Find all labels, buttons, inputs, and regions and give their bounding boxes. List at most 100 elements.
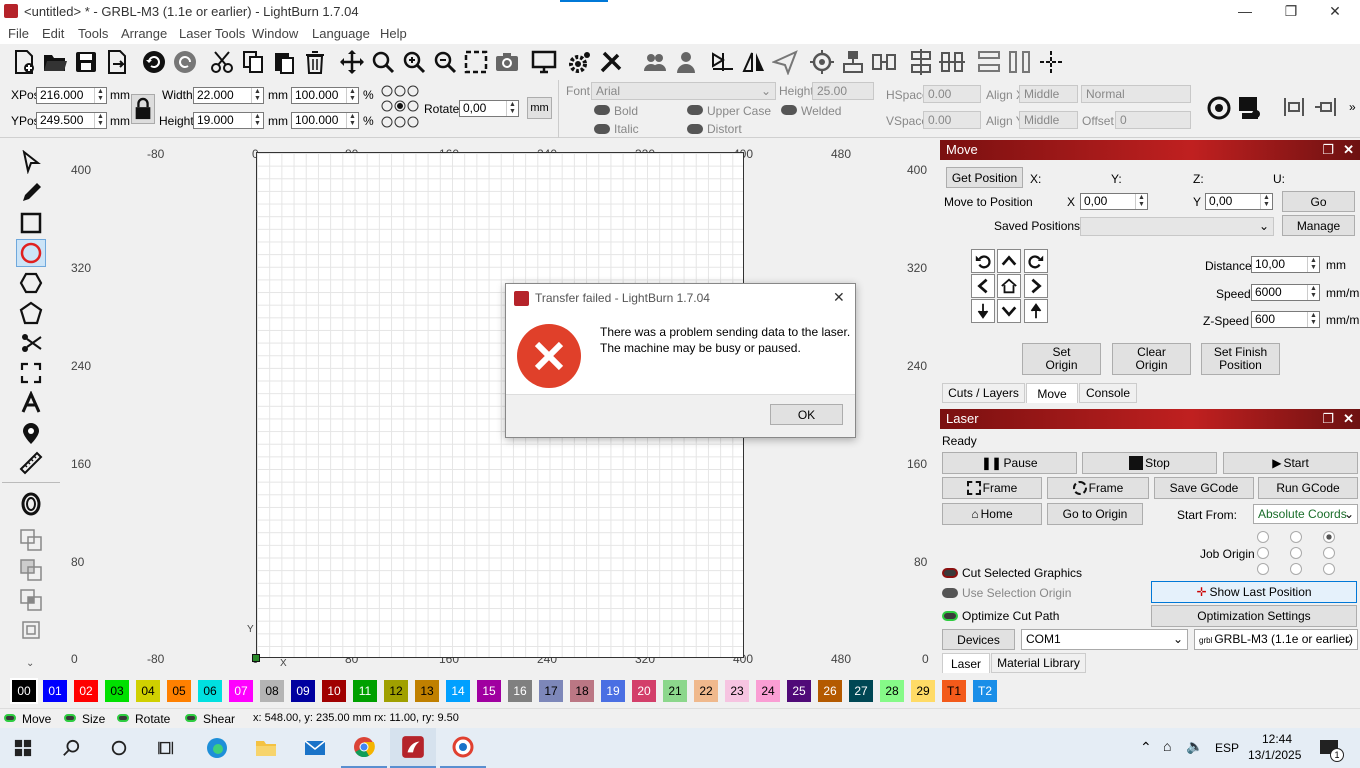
distribute-horizontal-icon[interactable] (938, 48, 966, 76)
search-icon[interactable] (48, 728, 94, 768)
close-panel-icon[interactable]: ✕ (1343, 409, 1354, 429)
laser-machine-icon[interactable] (1236, 92, 1264, 122)
move-x-field[interactable]: 0,00 ▲ ▼ (1080, 193, 1148, 210)
save-gcode-button[interactable]: Save GCode (1154, 477, 1254, 499)
layer-swatch-25[interactable]: 25 (787, 680, 811, 702)
menu-laser-tools[interactable]: Laser Tools (179, 26, 245, 41)
new-file-icon[interactable] (10, 48, 38, 76)
show-last-position-button[interactable]: ✛ Show Last Position (1151, 581, 1357, 603)
set-finish-position-button[interactable]: Set Finish Position (1201, 343, 1280, 375)
layer-swatch-28[interactable]: 28 (880, 680, 904, 702)
file-explorer-icon[interactable] (243, 728, 289, 768)
undo-icon[interactable] (140, 48, 168, 76)
same-height-icon[interactable] (1006, 48, 1034, 76)
maximize-button[interactable]: ❐ (1268, 0, 1314, 24)
job-origin-top-center[interactable] (1290, 531, 1302, 543)
send-icon[interactable] (771, 48, 799, 76)
layer-swatch-03[interactable]: 03 (105, 680, 129, 702)
layer-swatch-17[interactable]: 17 (539, 680, 563, 702)
text-tool-icon[interactable] (16, 389, 46, 417)
align-right-icon[interactable] (1315, 96, 1337, 118)
redo-icon[interactable] (171, 48, 199, 76)
layer-swatch-11[interactable]: 11 (353, 680, 377, 702)
lock-aspect-button[interactable] (131, 94, 155, 124)
task-view-icon[interactable] (144, 728, 190, 768)
layer-swatch-15[interactable]: 15 (477, 680, 501, 702)
lightburn-taskbar-icon[interactable] (390, 728, 436, 768)
tab-console[interactable]: Console (1079, 383, 1137, 403)
layer-swatch-16[interactable]: 16 (508, 680, 532, 702)
optimization-settings-button[interactable]: Optimization Settings (1151, 605, 1357, 627)
zoom-in-icon[interactable] (400, 48, 428, 76)
spin-arrows-icon[interactable]: ▲ ▼ (1307, 285, 1319, 300)
rotate-field[interactable]: 0,00 ▲ ▼ (459, 100, 519, 117)
device-select[interactable]: grbl GRBL-M3 (1.1e or earlier) ⌄ (1194, 629, 1358, 650)
spin-arrows-icon[interactable]: ▲ ▼ (251, 88, 263, 103)
spin-arrows-icon[interactable]: ▲ ▼ (346, 113, 358, 128)
save-icon[interactable] (72, 48, 100, 76)
layer-swatch-24[interactable]: 24 (756, 680, 780, 702)
settings-icon[interactable] (566, 48, 594, 76)
job-origin-bottom-right[interactable] (1323, 563, 1335, 575)
dialog-close-button[interactable]: ✕ (833, 289, 845, 306)
distance-field[interactable]: 10,00 ▲ ▼ (1251, 256, 1320, 273)
home-jog-icon[interactable] (997, 274, 1021, 298)
pentagon-tool-icon[interactable] (16, 299, 46, 327)
group-icon[interactable] (641, 48, 669, 76)
boolean-union-icon[interactable] (16, 526, 46, 554)
layer-swatch-27[interactable]: 27 (849, 680, 873, 702)
layer-swatch-20[interactable]: 20 (632, 680, 656, 702)
align-horizontal-icon[interactable] (870, 48, 898, 76)
menu-help[interactable]: Help (380, 26, 407, 41)
text-mode-select[interactable]: Normal (1081, 85, 1191, 103)
spin-arrows-icon[interactable]: ▲ ▼ (1307, 312, 1319, 327)
job-origin-middle-right[interactable] (1323, 547, 1335, 559)
ellipse-tool-icon[interactable] (16, 239, 46, 267)
layer-swatch-04[interactable]: 04 (136, 680, 160, 702)
distort-toggle[interactable] (687, 124, 703, 134)
layer-swatch-13[interactable]: 13 (415, 680, 439, 702)
height-field[interactable]: 19.000 ▲ ▼ (193, 112, 264, 129)
shear-toggle-indicator[interactable] (185, 714, 197, 722)
paste-icon[interactable] (270, 48, 298, 76)
layer-swatch-02[interactable]: 02 (74, 680, 98, 702)
layer-swatch-00[interactable]: 00 (10, 678, 38, 704)
welded-toggle[interactable] (781, 105, 797, 115)
layer-swatch-29[interactable]: 29 (911, 680, 935, 702)
select-tool-icon[interactable] (16, 148, 46, 176)
float-panel-icon[interactable]: ❐ (1322, 140, 1334, 160)
menu-window[interactable]: Window (252, 26, 298, 41)
job-origin-top-left[interactable] (1257, 531, 1269, 543)
delete-icon[interactable] (301, 48, 329, 76)
copy-icon[interactable] (239, 48, 267, 76)
spin-arrows-icon[interactable]: ▲ ▼ (506, 101, 518, 116)
edge-browser-icon[interactable] (194, 728, 240, 768)
chrome-icon[interactable] (341, 728, 387, 768)
bold-toggle[interactable] (594, 105, 610, 115)
spin-arrows-icon[interactable]: ▲ ▼ (1135, 194, 1147, 209)
layer-swatch-12[interactable]: 12 (384, 680, 408, 702)
flip-horizontal-icon[interactable] (709, 48, 737, 76)
measure-tool-icon[interactable] (16, 449, 46, 477)
layer-swatch-05[interactable]: 05 (167, 680, 191, 702)
ok-button[interactable]: OK (770, 404, 843, 425)
move-toggle-indicator[interactable] (4, 714, 16, 722)
spin-arrows-icon[interactable]: ▲ ▼ (251, 113, 263, 128)
tab-move[interactable]: Move (1026, 383, 1078, 403)
rotate-cw-jog-icon[interactable] (1024, 249, 1048, 273)
width-field[interactable]: 22.000 ▲ ▼ (193, 87, 264, 104)
clock-time[interactable]: 12:44 (1262, 732, 1292, 746)
run-gcode-button[interactable]: Run GCode (1258, 477, 1358, 499)
preview-icon[interactable] (1205, 94, 1233, 122)
z-down-icon[interactable] (971, 299, 995, 323)
job-origin-bottom-left[interactable] (1257, 563, 1269, 575)
menu-edit[interactable]: Edit (42, 26, 64, 41)
go-button[interactable]: Go (1282, 191, 1355, 212)
mail-icon[interactable] (292, 728, 338, 768)
move-icon[interactable] (338, 48, 366, 76)
align-x-select[interactable]: Middle (1019, 85, 1078, 103)
job-origin-top-right[interactable] (1323, 531, 1335, 543)
boolean-subtract-icon[interactable] (16, 556, 46, 584)
get-position-button[interactable]: Get Position (946, 167, 1023, 188)
cut-icon[interactable] (208, 48, 236, 76)
